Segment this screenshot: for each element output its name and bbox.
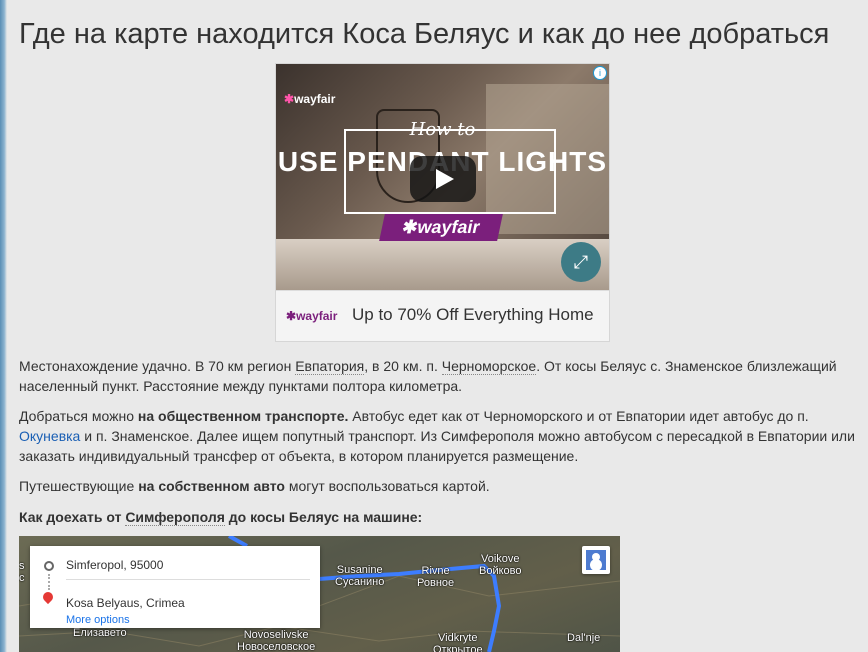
video-brand-logo: ✱wayfair	[284, 92, 336, 106]
destination-pin-icon	[40, 589, 56, 605]
info-icon[interactable]: i	[593, 66, 607, 80]
map-label-elizavetovo: Елизавето	[73, 627, 127, 639]
bold-text: Как доехать от	[19, 509, 126, 525]
text: Добраться можно	[19, 408, 138, 424]
directions-panel[interactable]: Simferopol, 95000 Kosa Belyaus, Crimea M…	[30, 546, 320, 628]
map-label-dalnie: Dal'nje	[567, 632, 601, 644]
video-brand-text: wayfair	[294, 92, 336, 106]
video-ad[interactable]: i ✱wayfair How to USE PENDANT LIGHTS ✱wa…	[275, 63, 610, 342]
map-label-voikove: Voikove Войково	[479, 553, 522, 577]
more-options-link[interactable]: More options	[66, 614, 130, 626]
text: Путешествующие	[19, 478, 139, 494]
street-view-pegman-icon[interactable]	[582, 546, 610, 574]
label-ru: Ровное	[417, 577, 455, 589]
ad-video-player[interactable]: ✱wayfair How to USE PENDANT LIGHTS ✱wayf…	[276, 64, 609, 290]
ad-bar-brand: ✱wayfair	[286, 309, 338, 323]
text: Местонахождение удачно. В 70 км регион	[19, 358, 296, 374]
label-en: Voikove	[480, 553, 520, 565]
ad-bar-brand-text: wayfair	[296, 309, 338, 323]
page-title: Где на карте находится Коса Беляус и как…	[19, 18, 830, 50]
divider	[66, 579, 310, 580]
paragraph-transport: Добраться можно на общественном транспор…	[19, 406, 864, 466]
map-label-left-en: s	[19, 560, 25, 572]
bold-text: до косы Беляус на машине:	[224, 509, 423, 525]
ad-bar[interactable]: ✱wayfair Up to 70% Off Everything Home	[276, 290, 609, 341]
text: и п. Знаменское. Далее ищем попутный тра…	[19, 428, 855, 464]
route-dots-icon	[48, 574, 52, 590]
origin-icon	[44, 561, 54, 571]
origin-text[interactable]: Simferopol, 95000	[66, 558, 163, 572]
label-en: Susanine	[336, 564, 383, 576]
map-label-left-ru: с	[19, 572, 25, 584]
map-label-vidkryte: Vidkryte Открытое	[433, 632, 483, 652]
label-ru: Сусанино	[335, 576, 385, 588]
video-badge: ✱wayfair	[379, 214, 503, 241]
bold-text: на собственном авто	[138, 478, 285, 494]
link-evpatoria[interactable]: Евпатория	[295, 358, 365, 375]
label-ru: Новоселовское	[237, 641, 316, 652]
paragraph-location: Местонахождение удачно. В 70 км регион Е…	[19, 356, 864, 396]
label-en: Novoselivske	[243, 629, 309, 641]
map-label-susanine: Susanine Сусанино	[335, 564, 384, 588]
fullscreen-icon[interactable]: ⤢	[561, 242, 601, 282]
embedded-map[interactable]: s с Susanine Сусанино Rivne Ровное Voikove…	[19, 536, 620, 652]
text: могут воспользоваться картой.	[284, 478, 490, 494]
background-shelf	[276, 239, 609, 290]
text: , в 20 км. п.	[364, 358, 442, 374]
how-to-text: How to	[409, 119, 476, 140]
label-en: Vidkryte	[438, 632, 478, 644]
ad-offer-text[interactable]: Up to 70% Off Everything Home	[352, 305, 594, 325]
label-ru: Войково	[479, 565, 522, 577]
label-ru: Открытое	[433, 644, 483, 652]
play-icon[interactable]	[410, 156, 476, 202]
paragraph-car: Путешествующие на собственном авто могут…	[19, 476, 864, 496]
paragraph-directions-heading: Как доехать от Симферополя до косы Беляу…	[19, 507, 864, 527]
bold-text: на общественном транспорте.	[137, 408, 349, 424]
text: Автобус едет как от Черноморского и от Е…	[348, 408, 809, 424]
video-badge-text: wayfair	[415, 217, 482, 237]
link-simferopol[interactable]: Симферополя	[125, 509, 225, 526]
map-label-rivne: Rivne Ровное	[417, 565, 454, 589]
map-label-novoselivske: Novoselivske Новоселовское	[237, 629, 315, 652]
link-chernomorskoe[interactable]: Черноморское	[441, 358, 537, 375]
link-okunevka[interactable]: Окуневка	[19, 428, 80, 444]
left-edge-strip	[0, 0, 7, 652]
label-en: Rivne	[421, 565, 450, 577]
destination-text[interactable]: Kosa Belyaus, Crimea	[66, 596, 185, 610]
